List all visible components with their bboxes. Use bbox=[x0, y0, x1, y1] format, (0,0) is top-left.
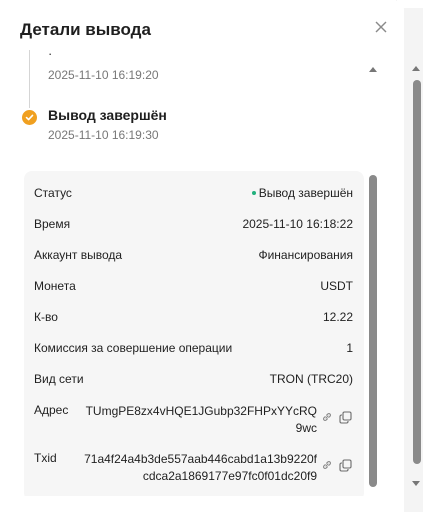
address-label: Адрес bbox=[34, 403, 69, 417]
txid-value[interactable]: 71a4f24a4b3de557aab446cabd1a13b9220fcdca… bbox=[82, 451, 317, 485]
timeline-line bbox=[29, 50, 30, 108]
time-label: Время bbox=[34, 217, 71, 231]
status-dot-icon bbox=[251, 190, 256, 195]
fee-label: Комиссия за совершение операции bbox=[34, 341, 233, 355]
close-icon[interactable] bbox=[370, 16, 392, 38]
address-value[interactable]: TUmgPE8zx4vHQE1JGubp32FHPxYYcRQ9wc bbox=[82, 403, 317, 437]
txid-actions bbox=[321, 459, 353, 473]
details-scroll-area[interactable]: · 2025-11-10 16:19:20 Вывод завершён 202… bbox=[0, 50, 404, 496]
row-txid: Txid 71a4f24a4b3de557aab446cabd1a13b9220… bbox=[34, 451, 353, 487]
time-value: 2025-11-10 16:18:22 bbox=[242, 217, 353, 231]
copy-icon[interactable] bbox=[339, 411, 352, 427]
details-card: Статус Вывод завершён Время 2025-11-10 1… bbox=[24, 171, 364, 496]
outer-scroll-up-arrow[interactable] bbox=[412, 66, 420, 71]
outer-scroll-down-arrow[interactable] bbox=[412, 481, 420, 486]
timeline-current-title: Вывод завершён bbox=[48, 107, 167, 123]
network-label: Вид сети bbox=[34, 372, 84, 386]
status-label: Статус bbox=[34, 186, 72, 200]
coin-value: USDT bbox=[320, 279, 353, 293]
quantity-value: 12.22 bbox=[322, 310, 353, 324]
timeline-previous-time: 2025-11-10 16:19:20 bbox=[48, 68, 159, 82]
status-value: Вывод завершён bbox=[251, 186, 353, 200]
inner-scrollbar-thumb[interactable] bbox=[369, 175, 377, 487]
fee-value: 1 bbox=[346, 341, 353, 355]
panel-title: Детали вывода bbox=[20, 20, 151, 39]
link-icon[interactable] bbox=[321, 411, 333, 426]
account-value: Финансирования bbox=[258, 248, 353, 262]
withdrawal-details-panel: Детали вывода · 2025-11-10 16:19:20 Выво… bbox=[0, 0, 404, 512]
timeline-current-time: 2025-11-10 16:19:30 bbox=[48, 128, 159, 142]
account-label: Аккаунт вывода bbox=[34, 248, 123, 262]
status-value-text: Вывод завершён bbox=[258, 186, 353, 200]
quantity-label: К-во bbox=[34, 310, 58, 324]
address-actions bbox=[321, 411, 353, 425]
txid-label: Txid bbox=[34, 451, 57, 465]
coin-label: Монета bbox=[34, 279, 76, 293]
inner-scroll-up-arrow[interactable] bbox=[369, 67, 377, 72]
link-icon[interactable] bbox=[321, 459, 333, 474]
row-address: Адрес TUmgPE8zx4vHQE1JGubp32FHPxYYcRQ9wc bbox=[34, 403, 353, 439]
copy-icon[interactable] bbox=[339, 459, 352, 475]
outer-scrollbar-thumb[interactable] bbox=[413, 80, 421, 464]
timeline-previous-title-fragment: · bbox=[48, 50, 53, 61]
network-value: TRON (TRC20) bbox=[269, 372, 353, 386]
check-icon bbox=[22, 110, 37, 125]
